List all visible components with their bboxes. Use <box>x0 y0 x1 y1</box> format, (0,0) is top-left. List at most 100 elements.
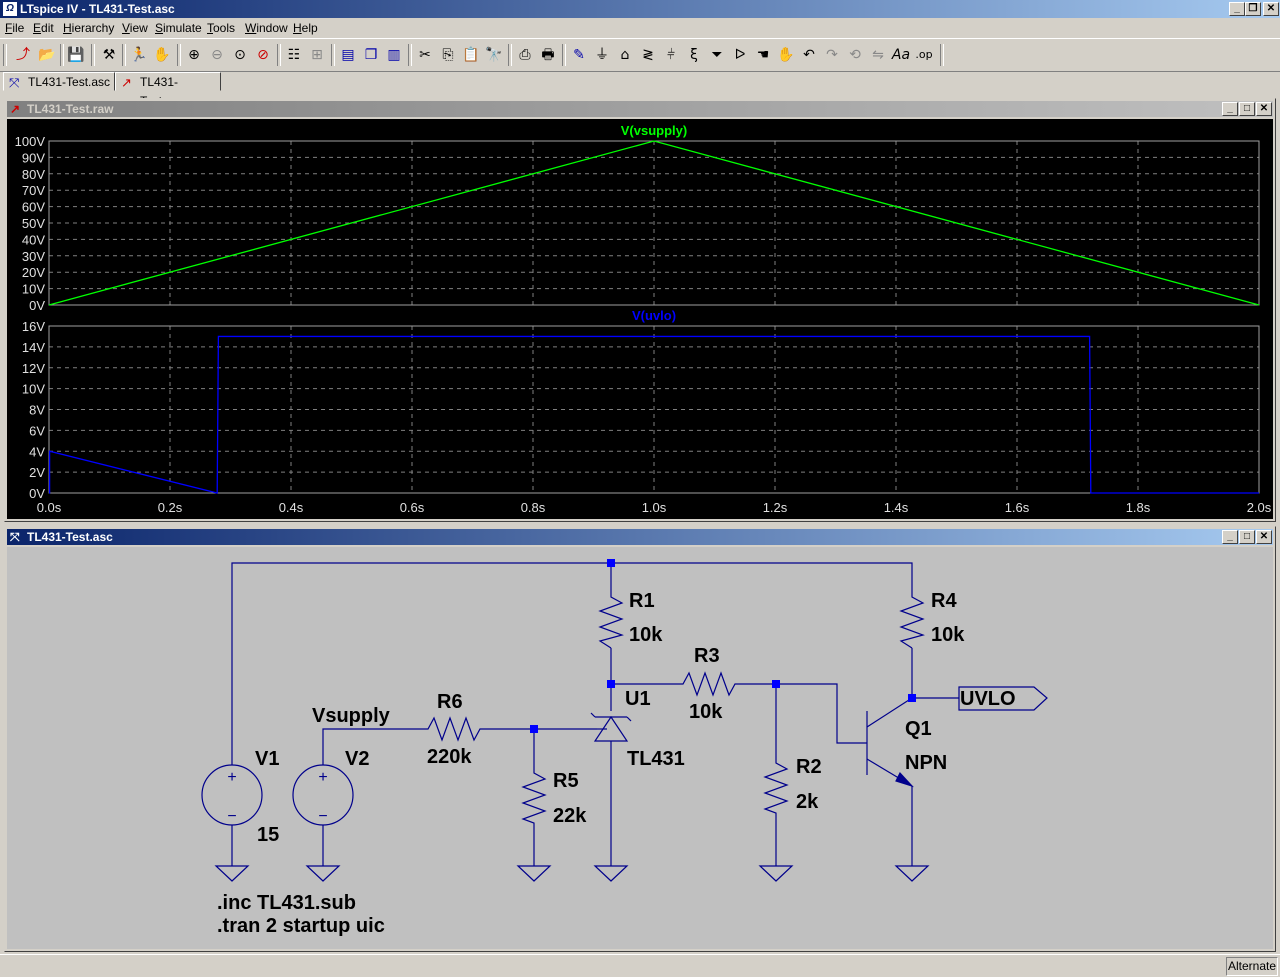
cut-icon[interactable]: ✂ <box>415 45 435 65</box>
vsupply-net-label[interactable]: Vsupply <box>312 705 391 727</box>
inductor-icon[interactable]: ξ <box>684 45 704 65</box>
spice-directive-tran[interactable]: .tran 2 startup uic <box>217 915 385 937</box>
trace-label[interactable]: V(vsupply) <box>621 123 687 138</box>
drag-icon[interactable]: ✋ <box>776 45 796 65</box>
menu-hierarchy[interactable]: Hierarchy <box>63 21 114 35</box>
label-icon[interactable]: ⌂ <box>615 45 635 65</box>
new-schematic-icon[interactable]: ⤴ <box>13 45 33 65</box>
print-icon[interactable]: 🖶 <box>538 45 558 65</box>
y-tick-label: 4V <box>29 444 45 459</box>
x-tick-label: 1.8s <box>1126 500 1151 515</box>
component-icon[interactable]: ᐅ <box>730 45 750 65</box>
wire-icon[interactable]: ✎ <box>569 45 589 65</box>
schematic-close-button[interactable]: ✕ <box>1256 530 1272 544</box>
y-tick-label: 80V <box>22 167 45 182</box>
zoom-in-icon[interactable]: ⊕ <box>184 45 204 65</box>
r6-value[interactable]: 220k <box>427 746 472 768</box>
y-tick-label: 6V <box>29 423 45 438</box>
ground-icon[interactable]: ⏚ <box>592 45 612 65</box>
print-preview-icon[interactable]: ⎙ <box>515 45 535 65</box>
zoom-cancel-icon[interactable]: ⊘ <box>253 45 273 65</box>
open-icon[interactable]: 📂 <box>37 45 57 65</box>
capacitor-icon[interactable]: ⫩ <box>661 45 681 65</box>
text-icon[interactable]: Aa <box>891 45 911 65</box>
cascade-icon[interactable]: ❐ <box>361 45 381 65</box>
run-icon[interactable]: 🏃 <box>129 45 149 65</box>
schematic-canvas[interactable]: + − + − R1 10k R4 10k R3 10k U1 TL431 R6… <box>7 547 1273 949</box>
uvlo-net-label[interactable]: UVLO <box>960 688 1016 710</box>
x-tick-label: 0.4s <box>279 500 304 515</box>
r4-name[interactable]: R4 <box>931 590 957 612</box>
move-icon[interactable]: ☚ <box>753 45 773 65</box>
copy-icon[interactable]: ⎘ <box>438 45 458 65</box>
menu-window[interactable]: Window <box>245 21 288 35</box>
r1-value[interactable]: 10k <box>629 624 663 646</box>
trace-label[interactable]: V(uvlo) <box>632 308 676 323</box>
v1-name[interactable]: V1 <box>255 748 279 770</box>
toolbar-separator <box>940 44 944 66</box>
menu-file[interactable]: File <box>5 21 24 35</box>
y-tick-label: 20V <box>22 265 45 280</box>
menu-simulate[interactable]: Simulate <box>155 21 202 35</box>
menu-tools[interactable]: Tools <box>207 21 235 35</box>
r2-name[interactable]: R2 <box>796 756 822 778</box>
r3-value[interactable]: 10k <box>689 701 723 723</box>
halt-icon[interactable]: ✋ <box>152 45 172 65</box>
zoom-area-icon[interactable]: ⊙ <box>230 45 250 65</box>
y-tick-label: 90V <box>22 150 45 165</box>
u1-value[interactable]: TL431 <box>627 748 685 770</box>
x-tick-label: 2.0s <box>1247 500 1272 515</box>
pan-icon[interactable]: ⊞ <box>307 45 327 65</box>
waveform-plot[interactable]: 100V90V80V70V60V50V40V30V20V10V0VV(vsupp… <box>7 119 1273 519</box>
r5-value[interactable]: 22k <box>553 805 587 827</box>
r4-value[interactable]: 10k <box>931 624 965 646</box>
waveform-minimize-button[interactable]: _ <box>1222 102 1238 116</box>
v2-name[interactable]: V2 <box>345 748 369 770</box>
toolbar-separator <box>91 44 95 66</box>
spice-directive-icon[interactable]: .op <box>914 45 934 65</box>
waveform-window-title: TL431-Test.raw <box>27 102 114 116</box>
menu-edit[interactable]: Edit <box>33 21 54 35</box>
control-panel-icon[interactable]: ⚒ <box>99 45 119 65</box>
q1-value[interactable]: NPN <box>905 752 947 774</box>
toolbar-separator <box>408 44 412 66</box>
restore-button[interactable]: ❐ <box>1245 2 1261 16</box>
schematic-maximize-button[interactable]: □ <box>1239 530 1255 544</box>
diode-icon[interactable]: ⏷ <box>707 45 727 65</box>
u1-name[interactable]: U1 <box>625 688 651 710</box>
zoom-out-icon[interactable]: ⊖ <box>207 45 227 65</box>
waveform-maximize-button[interactable]: □ <box>1239 102 1255 116</box>
menu-help[interactable]: Help <box>293 21 318 35</box>
autorange-icon[interactable]: ☷ <box>284 45 304 65</box>
minimize-button[interactable]: _ <box>1229 2 1245 16</box>
find-icon[interactable]: 🔭 <box>484 45 504 65</box>
y-tick-label: 0V <box>29 486 45 501</box>
mirror-icon[interactable]: ⇋ <box>868 45 888 65</box>
undo-icon[interactable]: ↶ <box>799 45 819 65</box>
save-icon[interactable]: 💾 <box>66 45 86 65</box>
schematic-minimize-button[interactable]: _ <box>1222 530 1238 544</box>
r3-name[interactable]: R3 <box>694 645 720 667</box>
redo-icon[interactable]: ↷ <box>822 45 842 65</box>
tab-schematic[interactable]: ⤧ TL431-Test.asc <box>3 72 115 91</box>
q1-name[interactable]: Q1 <box>905 718 932 740</box>
waveform-close-button[interactable]: ✕ <box>1256 102 1272 116</box>
v1-value[interactable]: 15 <box>257 824 279 846</box>
tab-waveform[interactable]: ↗ TL431-Test.raw <box>115 72 221 108</box>
tile-horizontal-icon[interactable]: ▤ <box>338 45 358 65</box>
ltspice-app-icon: Ω <box>3 2 17 16</box>
close-button[interactable]: ✕ <box>1263 2 1279 16</box>
menu-view[interactable]: View <box>122 21 148 35</box>
spice-directive-inc[interactable]: .inc TL431.sub <box>217 892 356 914</box>
app-title-bar: Ω LTspice IV - TL431-Test.asc _ ❐ ✕ <box>0 0 1280 18</box>
r1-name[interactable]: R1 <box>629 590 655 612</box>
r2-value[interactable]: 2k <box>796 791 819 813</box>
tile-vertical-icon[interactable]: ▥ <box>384 45 404 65</box>
rotate-icon[interactable]: ⟲ <box>845 45 865 65</box>
paste-icon[interactable]: 📋 <box>461 45 481 65</box>
status-bar: Alternate <box>0 954 1280 977</box>
r6-name[interactable]: R6 <box>437 691 463 713</box>
r5-name[interactable]: R5 <box>553 770 579 792</box>
y-tick-label: 10V <box>22 382 45 397</box>
resistor-icon[interactable]: ≷ <box>638 45 658 65</box>
